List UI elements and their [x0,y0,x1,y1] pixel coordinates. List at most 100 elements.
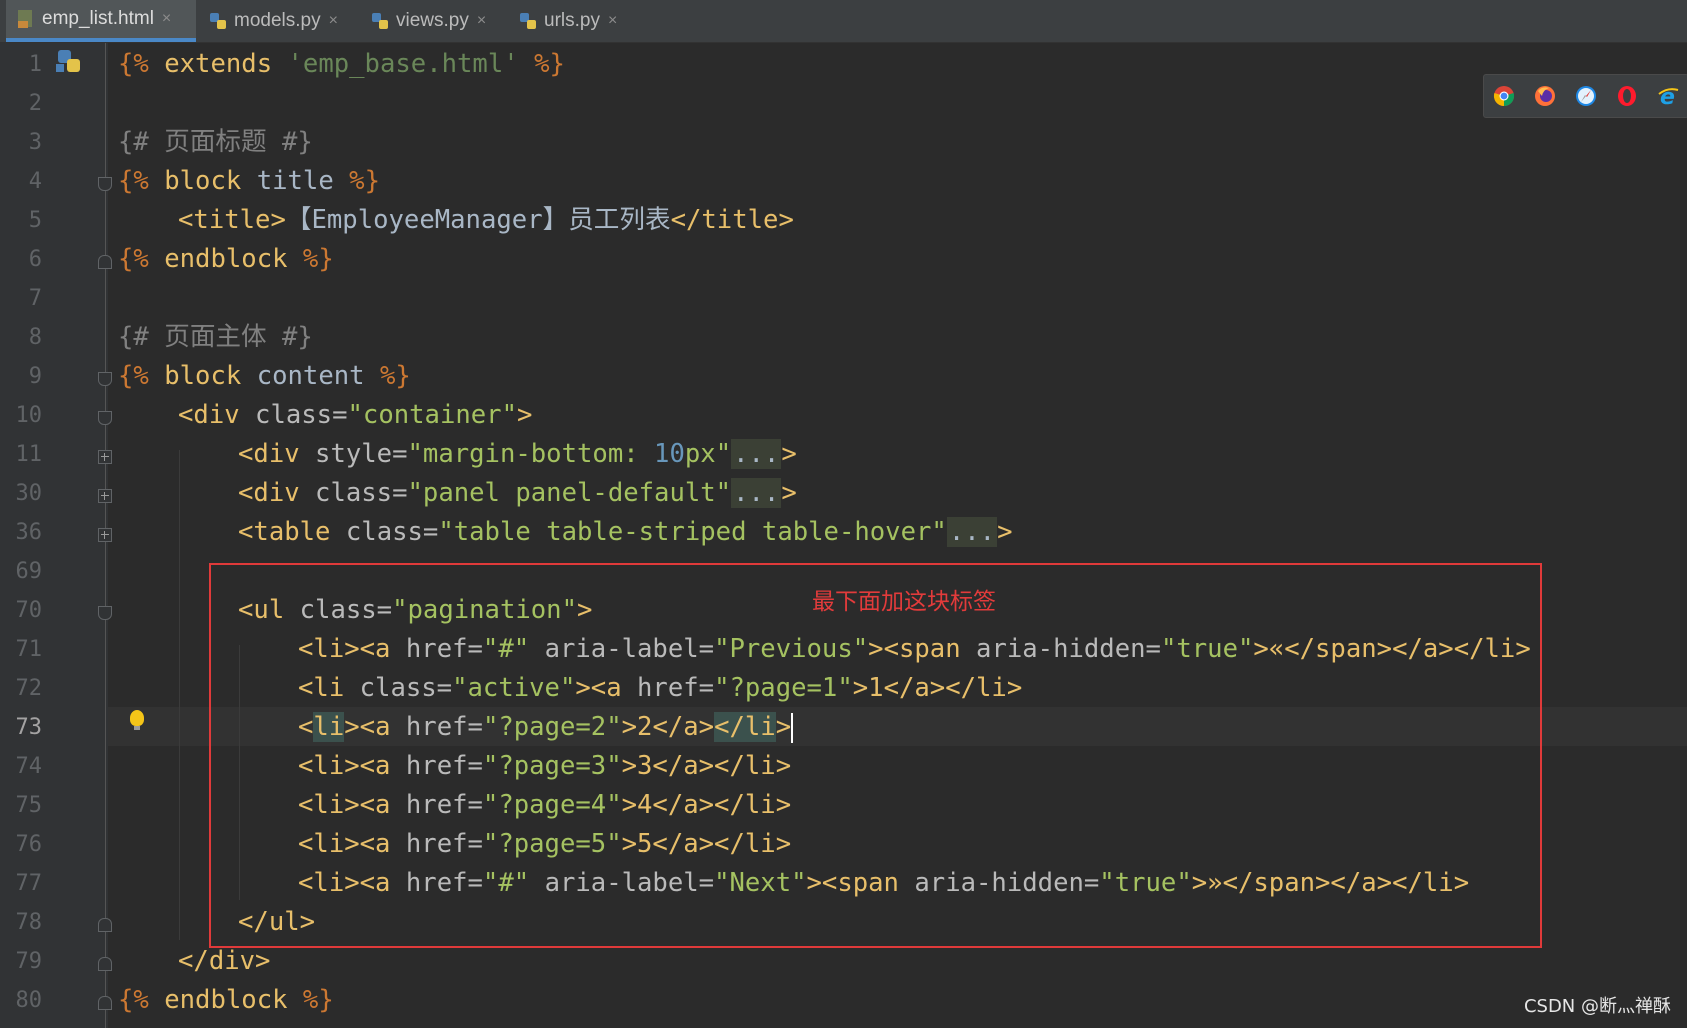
line-number: 11 [15,442,43,467]
tpl-delim: {% [118,49,149,79]
tab-label: models.py [234,10,321,31]
fold-marker[interactable] [98,411,112,425]
line-number: 70 [15,598,43,623]
close-icon[interactable]: × [329,12,338,30]
tpl-delim: {% [118,985,149,1015]
python-file-icon [208,11,228,31]
code-line-1[interactable]: {% extends 'emp_base.html' %} [118,45,565,84]
tab-label: emp_list.html [42,8,154,29]
tpl-keyword: endblock [148,985,303,1015]
fold-marker[interactable] [98,957,112,971]
tab-views-py[interactable]: views.py × [360,0,498,42]
html-tag: <div [178,400,256,430]
close-icon[interactable]: × [477,12,486,30]
line-number: 3 [28,130,42,155]
html-tag: > [781,439,797,469]
line-number: 10 [15,403,43,428]
code-line-10[interactable]: <div class="container"> [178,396,532,435]
tpl-delim: %} [302,244,334,274]
browser-preview-toolbar: e [1483,74,1687,118]
code-line-6[interactable]: {% endblock %} [118,240,334,279]
html-attr: style= [315,439,408,469]
line-number: 1 [28,52,42,77]
code-line-5[interactable]: <title>【EmployeeManager】员工列表</title> [178,201,794,240]
tab-models-py[interactable]: models.py × [198,0,348,42]
line-number: 6 [28,247,42,272]
fold-marker[interactable] [98,606,112,620]
folded-region[interactable]: ... [731,478,782,508]
tpl-keyword: extends [148,49,288,79]
tab-label: urls.py [544,10,600,31]
lightbulb-icon[interactable] [130,710,144,730]
fold-marker[interactable] [98,177,112,191]
tpl-comment: {# 页面主体 #} [118,322,313,352]
html-attr: class= [255,400,348,430]
tpl-keyword: block [148,166,257,196]
tab-emp-list-html[interactable]: emp_list.html × [6,0,196,42]
line-number: 80 [15,988,43,1013]
code-line-3[interactable]: {# 页面标题 #} [118,123,313,162]
code-line-36[interactable]: <table class="table table-striped table-… [238,513,1012,552]
opera-icon[interactable] [1616,85,1638,107]
tpl-delim: {% [118,166,149,196]
html-tag: > [781,478,797,508]
safari-icon[interactable] [1575,85,1597,107]
expand-fold-icon[interactable] [98,489,112,503]
line-number: 71 [15,637,43,662]
code-line-30[interactable]: <div class="panel panel-default"...> [238,474,797,513]
fold-marker[interactable] [98,996,112,1010]
fold-marker[interactable] [98,918,112,932]
close-icon[interactable]: × [162,10,171,28]
code-line-8[interactable]: {# 页面主体 #} [118,318,313,357]
tpl-keyword: block [148,361,257,391]
expand-fold-icon[interactable] [98,528,112,542]
line-number: 79 [15,949,43,974]
line-number: 8 [28,325,42,350]
annotation-box [209,563,1542,948]
folded-region[interactable]: ... [946,517,998,547]
code-line-11[interactable]: <div style="margin-bottom: 10px"...> [238,435,797,474]
html-text: 【EmployeeManager】员工列表 [285,205,671,235]
tpl-name: content [256,361,365,391]
python-file-icon [518,11,538,31]
fold-marker[interactable] [98,255,112,269]
tab-label: views.py [396,10,469,31]
html-value: "container" [347,400,518,430]
line-number: 69 [15,559,43,584]
line-number: 76 [15,832,43,857]
html-tag: </title> [670,205,794,235]
fold-marker[interactable] [98,372,112,386]
line-number: 74 [15,754,43,779]
tpl-delim: %} [333,166,380,196]
code-line-4[interactable]: {% block title %} [118,162,380,201]
line-number: 77 [15,871,43,896]
html-tag: </div> [178,946,271,976]
close-icon[interactable]: × [608,12,617,30]
line-number: 5 [28,208,42,233]
ie-icon[interactable]: e [1657,85,1679,110]
tpl-delim: %} [364,361,411,391]
editor-tab-bar: emp_list.html × models.py × views.py × u… [0,0,1687,43]
line-number: 4 [28,169,42,194]
tpl-name: title [256,166,334,196]
folded-region[interactable]: ... [731,439,782,469]
tpl-string: 'emp_base.html' [287,49,519,79]
line-number: 2 [28,91,42,116]
html-file-icon [16,9,36,29]
line-number: 75 [15,793,43,818]
indent-guide [179,450,180,940]
code-line-80[interactable]: {% endblock %} [118,981,334,1020]
tpl-delim: {% [118,361,149,391]
tpl-delim: %} [518,49,565,79]
css-number: 10 [654,439,685,469]
html-value: "panel panel-default" [407,478,732,508]
tab-urls-py[interactable]: urls.py × [508,0,636,42]
html-tag: > [997,517,1013,547]
firefox-icon[interactable] [1534,85,1556,107]
expand-fold-icon[interactable] [98,450,112,464]
code-line-9[interactable]: {% block content %} [118,357,411,396]
tpl-delim: {% [118,244,149,274]
html-attr: class= [315,478,408,508]
chrome-icon[interactable] [1493,85,1515,107]
html-tag: <div [238,478,316,508]
